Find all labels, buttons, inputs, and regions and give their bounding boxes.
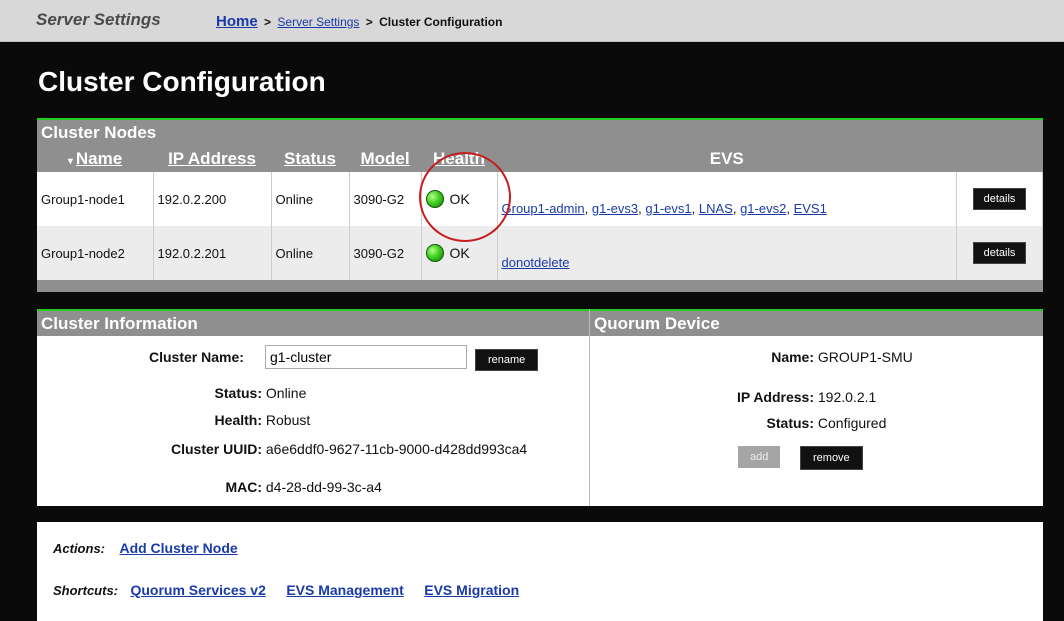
uuid-value: a6e6ddf0-9627-11cb-9000-d428dd993ca4 <box>265 441 528 457</box>
node-model-cell: 3090-G2 <box>349 172 422 226</box>
cluster-information-panel: Cluster Information Cluster Name: rename… <box>37 309 589 506</box>
quorum-name-row: Name: GROUP1-SMU <box>590 349 1044 365</box>
column-header-ip[interactable]: IP Address <box>153 145 271 172</box>
evs-separator: , <box>638 201 642 216</box>
mac-value: d4-28-dd-99-3c-a4 <box>265 479 382 495</box>
cluster-name-row: Cluster Name: <box>149 349 244 365</box>
health-row: Health: Robust <box>37 412 589 428</box>
evs-migration-link[interactable]: EVS Migration <box>424 582 519 598</box>
evs-separator: , <box>786 201 790 216</box>
evs-link[interactable]: donotdelete <box>502 255 570 270</box>
quorum-status-row: Status: Configured <box>590 415 1044 431</box>
breadcrumb-server-settings-link[interactable]: Server Settings <box>277 15 359 29</box>
breadcrumb: Home > Server Settings > Cluster Configu… <box>216 13 502 30</box>
cluster-nodes-header: Cluster Nodes <box>37 118 1043 145</box>
quorum-name-label: Name: <box>771 349 814 365</box>
health-highlight-circle <box>419 152 511 242</box>
quorum-status-label: Status: <box>766 415 814 431</box>
node-name-cell: Group1-node2 <box>37 226 154 280</box>
details-button[interactable]: details <box>972 188 1027 210</box>
node-evs-cell: Group1-admin, g1-evs3, g1-evs1, LNAS, g1… <box>497 172 957 226</box>
evs-link[interactable]: g1-evs1 <box>645 201 691 216</box>
add-quorum-button[interactable]: add <box>738 446 781 468</box>
sort-ip-link[interactable]: IP Address <box>168 149 256 168</box>
evs-link[interactable]: g1-evs2 <box>740 201 786 216</box>
uuid-row: Cluster UUID: a6e6ddf0-9627-11cb-9000-d4… <box>37 441 589 457</box>
breadcrumb-separator: > <box>365 15 373 29</box>
node-actions-cell: details <box>956 172 1043 226</box>
health-status-text: OK <box>449 245 470 261</box>
evs-link[interactable]: EVS1 <box>794 201 827 216</box>
quorum-services-link[interactable]: Quorum Services v2 <box>130 582 265 598</box>
column-header-actions <box>956 145 1043 172</box>
details-button[interactable]: details <box>972 242 1027 264</box>
node-actions-cell: details <box>956 226 1043 280</box>
column-header-evs: EVS <box>497 145 957 172</box>
health-value: Robust <box>265 412 311 428</box>
cluster-name-input[interactable] <box>265 345 467 369</box>
column-header-status[interactable]: Status <box>271 145 349 172</box>
status-value: Online <box>265 385 307 401</box>
node-ip-cell: 192.0.2.200 <box>153 172 272 226</box>
status-label: Status: <box>214 385 262 401</box>
sort-descending-icon: ▾ <box>67 155 73 167</box>
quorum-ip-value: 192.0.2.1 <box>817 389 877 405</box>
remove-quorum-button[interactable]: remove <box>800 446 863 470</box>
top-bar: Server Settings Home > Server Settings >… <box>0 0 1064 42</box>
evs-separator: , <box>584 201 589 216</box>
add-cluster-node-link[interactable]: Add Cluster Node <box>119 540 237 556</box>
shortcuts-row: Shortcuts: Quorum Services v2 EVS Manage… <box>53 582 535 600</box>
uuid-label: Cluster UUID: <box>170 441 262 457</box>
status-row: Status: Online <box>37 385 589 401</box>
breadcrumb-current: Cluster Configuration <box>379 15 503 29</box>
breadcrumb-home-link[interactable]: Home <box>216 13 258 30</box>
cluster-nodes-panel: Cluster Nodes ▾ Name IP Address Status Mo… <box>37 118 1043 292</box>
evs-separator: , <box>732 201 737 216</box>
node-status-cell: Online <box>271 226 350 280</box>
cluster-information-header: Cluster Information <box>37 309 589 336</box>
cluster-name-label: Cluster Name: <box>149 349 244 365</box>
quorum-name-value: GROUP1-SMU <box>817 349 913 365</box>
node-evs-cell: donotdelete <box>497 226 957 280</box>
page-title: Cluster Configuration <box>38 66 326 97</box>
cluster-nodes-table: ▾ Name IP Address Status Model Health EVS… <box>37 145 1043 280</box>
evs-link[interactable]: g1-evs3 <box>592 201 638 216</box>
table-row: Group1-node2 192.0.2.201 Online 3090-G2 … <box>37 226 1043 280</box>
breadcrumb-separator: > <box>264 15 272 29</box>
evs-separator: , <box>691 201 696 216</box>
quorum-status-value: Configured <box>817 415 887 431</box>
quorum-ip-row: IP Address: 192.0.2.1 <box>590 389 1044 405</box>
actions-panel: Actions: Add Cluster Node Shortcuts: Quo… <box>37 522 1043 621</box>
node-status-cell: Online <box>271 172 350 226</box>
rename-button[interactable]: rename <box>475 349 539 371</box>
actions-label: Actions: <box>53 541 105 556</box>
health-label: Health: <box>214 412 262 428</box>
evs-management-link[interactable]: EVS Management <box>286 582 403 598</box>
quorum-ip-label: IP Address: <box>736 389 814 405</box>
table-row: Group1-node1 192.0.2.200 Online 3090-G2 … <box>37 172 1043 226</box>
evs-link[interactable]: LNAS <box>699 201 733 216</box>
column-header-name[interactable]: ▾ Name <box>37 145 153 172</box>
column-header-model[interactable]: Model <box>349 145 421 172</box>
quorum-device-header: Quorum Device <box>590 309 1043 336</box>
evs-link[interactable]: Group1-admin <box>502 201 585 216</box>
sort-name-link[interactable]: Name <box>76 149 122 168</box>
node-ip-cell: 192.0.2.201 <box>153 226 272 280</box>
shortcuts-label: Shortcuts: <box>53 583 118 598</box>
node-name-cell: Group1-node1 <box>37 172 154 226</box>
actions-row: Actions: Add Cluster Node <box>53 540 254 558</box>
quorum-device-panel: Quorum Device Name: GROUP1-SMU IP Addres… <box>589 309 1043 506</box>
mac-row: MAC: d4-28-dd-99-3c-a4 <box>37 479 589 495</box>
sort-status-link[interactable]: Status <box>284 149 336 168</box>
section-title: Server Settings <box>36 10 161 29</box>
sort-model-link[interactable]: Model <box>360 149 409 168</box>
health-ok-indicator-icon <box>425 244 444 262</box>
node-model-cell: 3090-G2 <box>349 226 422 280</box>
mac-label: MAC: <box>225 479 262 495</box>
